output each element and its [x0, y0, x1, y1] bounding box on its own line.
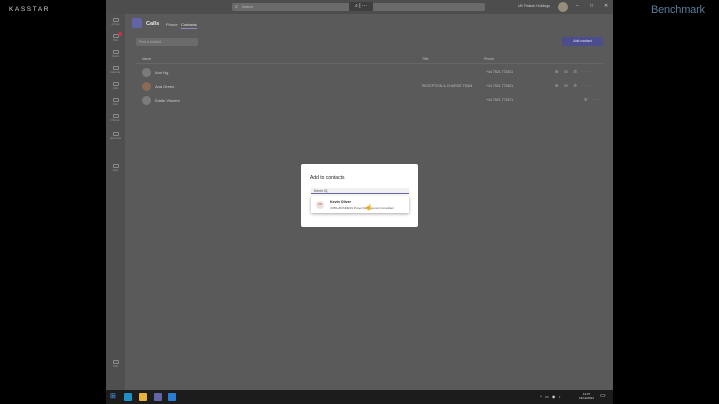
avatar	[142, 96, 151, 105]
tab-contacts[interactable]: Contacts	[181, 22, 197, 29]
row-actions-icon[interactable]: ✉ ☏ ✆ ···	[555, 69, 592, 74]
windows-taskbar: ⊞ ^ ▭ ◉ ♪ 14:07 16/12/2022 ▭	[106, 390, 613, 404]
contact-search-input[interactable]: Find a contact	[136, 38, 198, 46]
windows-start-icon[interactable]: ⊞	[110, 392, 118, 400]
contact-suggestion[interactable]: KO Kevin Oliver JOBS+BUSINESS Project Ma…	[311, 196, 409, 213]
search-placeholder: Search	[242, 5, 254, 9]
notification-icon[interactable]: ▭	[600, 392, 608, 400]
rail-apps[interactable]: Apps	[110, 164, 121, 173]
file-explorer-icon[interactable]	[139, 393, 147, 401]
column-header-title[interactable]: Title	[422, 57, 428, 61]
rail-calls[interactable]: Calls	[110, 82, 121, 91]
avatar	[142, 82, 151, 91]
benchmark-logo: Benchmark	[651, 4, 705, 16]
row-actions-icon[interactable]: ✉ ☏ ✆ ···	[555, 83, 592, 88]
tenant-name: UK Fintech Holdings	[518, 4, 550, 8]
clock[interactable]: 14:07 16/12/2022	[579, 392, 594, 400]
table-row[interactable]: Ana Green RECEPTION & CHARGE TEAM +44 75…	[136, 81, 603, 93]
file-icon	[112, 98, 119, 102]
edge-icon[interactable]	[124, 393, 132, 401]
rail-activity[interactable]: Activity	[110, 18, 121, 27]
add-to-contacts-dialog: Add to contacts Kevin O| KO Kevin Oliver…	[301, 164, 418, 227]
planner-icon	[112, 114, 119, 118]
add-contact-button[interactable]: Add contact	[562, 37, 603, 46]
minimize-icon[interactable]: –	[576, 3, 579, 9]
rail-planner[interactable]: Planner	[110, 114, 121, 123]
close-icon[interactable]: ✕	[604, 3, 608, 9]
system-tray-icon[interactable]: ^ ▭ ◉ ♪	[540, 394, 561, 399]
rail-files[interactable]: Files	[110, 98, 121, 107]
rail-teams[interactable]: Teams	[110, 50, 121, 59]
avatar	[142, 68, 151, 77]
column-header-name[interactable]: Name	[142, 57, 151, 61]
app-rail: Activity Chat Teams Calendar Calls Files…	[106, 14, 125, 390]
table-row[interactable]: Ann Ng +44 7521 772811 ✉ ☏ ✆ ···	[136, 67, 603, 79]
rail-chat[interactable]: Chat	[110, 32, 122, 43]
header-divider	[136, 63, 603, 64]
row-actions-icon[interactable]: ✆ ···	[584, 97, 602, 102]
outlook-icon[interactable]	[168, 393, 176, 401]
tab-phone[interactable]: Phone	[166, 22, 178, 27]
maximize-icon[interactable]: □	[590, 3, 593, 9]
table-row[interactable]: Eddie Vincent +44 7521 772871 ✆ ···	[136, 95, 603, 107]
page-title: Calls	[146, 21, 160, 27]
dialog-title: Add to contacts	[310, 175, 345, 181]
suggestion-title: JOBS+BUSINESS Project Management Consult…	[330, 206, 394, 210]
column-header-phone[interactable]: Phone	[484, 57, 494, 61]
hand-cursor-icon: ☝	[365, 205, 373, 211]
notification-badge	[118, 32, 122, 36]
calls-app-icon	[132, 18, 142, 28]
contact-name-input[interactable]: Kevin O|	[311, 188, 409, 194]
help-icon	[112, 360, 119, 364]
calendar-icon	[112, 66, 119, 70]
profile-avatar[interactable]	[558, 2, 568, 12]
teams-taskbar-icon[interactable]	[154, 393, 162, 401]
bell-icon	[112, 18, 119, 22]
rail-approvals[interactable]: Approvals	[110, 132, 121, 141]
teams-icon	[112, 50, 119, 54]
search-icon: ⌕	[235, 4, 238, 10]
rail-help[interactable]: Help	[110, 360, 121, 369]
title-bar: ⌕ Search ⌕ | ··· UK Fintech Holdings – □…	[106, 0, 613, 14]
phone-icon	[112, 82, 119, 86]
apps-icon	[112, 164, 119, 168]
rail-calendar[interactable]: Calendar	[110, 66, 121, 75]
suggestion-name: Kevin Oliver	[330, 200, 351, 204]
zoom-toolbar[interactable]: ⌕ | ···	[349, 2, 373, 11]
avatar: KO	[316, 201, 324, 209]
kasstar-logo: KASSTAR	[9, 6, 51, 13]
approvals-icon	[112, 132, 119, 136]
